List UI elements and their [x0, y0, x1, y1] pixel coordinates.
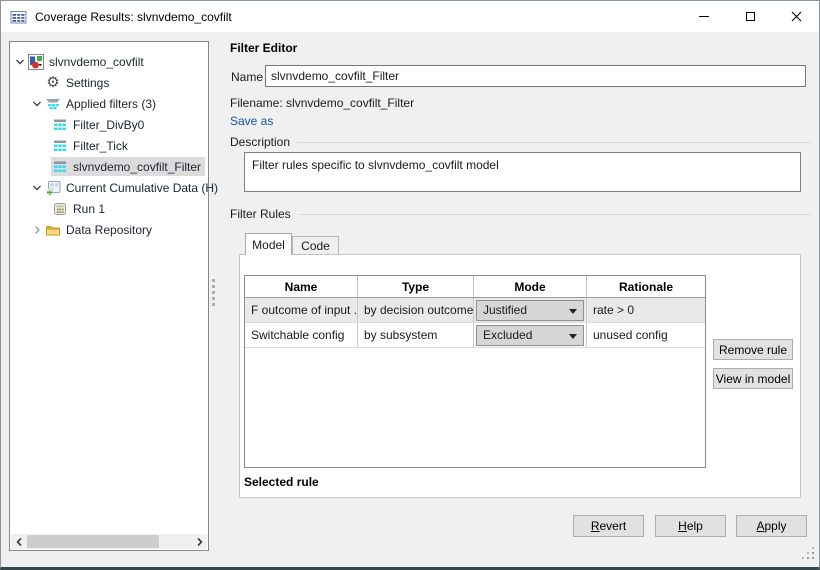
tab-code[interactable]: Code — [292, 236, 339, 254]
mode-dropdown[interactable]: Justified — [476, 299, 584, 321]
minimize-button[interactable] — [681, 1, 727, 32]
rule-rationale-cell[interactable]: unused config — [587, 323, 705, 347]
chevron-expanded-icon[interactable] — [29, 96, 44, 111]
tree-item-label: Settings — [66, 75, 110, 90]
applied-filters-icon — [45, 96, 61, 112]
model-icon — [28, 53, 44, 70]
col-header-name: Name — [245, 276, 358, 297]
description-textarea[interactable]: Filter rules specific to slvnvdemo_covfi… — [244, 152, 801, 192]
rule-name-cell[interactable]: Switchable config — [245, 323, 358, 347]
tree-item-label: Applied filters (3) — [66, 96, 157, 111]
divider — [297, 142, 811, 143]
filter-icon — [52, 117, 68, 133]
filter-rules-group-label: Filter Rules — [230, 207, 811, 221]
window-title: Coverage Results: slvnvdemo_covfilt — [35, 9, 232, 24]
filter-icon — [52, 159, 68, 175]
rule-name-cell[interactable]: F outcome of input ... — [245, 298, 358, 322]
table-header-row: Name Type Mode Rationale — [245, 276, 705, 298]
rule-type-cell[interactable]: by subsystem — [358, 323, 474, 347]
help-button[interactable]: Help — [655, 515, 726, 537]
gear-icon: ⚙ — [46, 74, 60, 91]
filename-text: Filename: slvnvdemo_covfilt_Filter — [230, 96, 415, 110]
rule-type-cell[interactable]: by decision outcome — [358, 298, 474, 322]
rule-mode-cell: Justified — [474, 298, 587, 322]
divider — [297, 214, 811, 215]
maximize-icon — [745, 12, 755, 21]
tree-horizontal-scrollbar[interactable] — [11, 534, 207, 549]
col-header-mode: Mode — [474, 276, 587, 297]
col-header-type: Type — [358, 276, 474, 297]
tab-model[interactable]: Model — [245, 233, 292, 255]
close-button[interactable] — [773, 1, 819, 32]
save-as-link[interactable]: Save as — [230, 114, 273, 128]
view-in-model-button[interactable]: View in model — [713, 368, 793, 389]
remove-rule-button[interactable]: Remove rule — [713, 339, 793, 360]
tree-item-model-root[interactable]: slvnvdemo_covfilt — [10, 51, 208, 72]
panel-splitter[interactable] — [212, 279, 215, 306]
tree-item-cumulative-data[interactable]: Current Cumulative Data (H) — [10, 177, 218, 198]
chevron-expanded-icon[interactable] — [12, 54, 27, 69]
filter-editor-heading: Filter Editor — [230, 41, 298, 55]
tree-item-label: Filter_Tick — [73, 138, 128, 153]
tree-item-label: Filter_DivBy0 — [73, 117, 145, 132]
tree-item-label: slvnvdemo_covfilt_Filter — [73, 159, 202, 174]
scrollbar-track[interactable] — [26, 534, 192, 549]
tree-item-data-repository[interactable]: Data Repository — [10, 219, 208, 240]
tree-item-filter-tick[interactable]: Filter_Tick — [10, 135, 208, 156]
folder-icon — [45, 222, 61, 238]
selected-rule-label: Selected rule — [244, 475, 319, 489]
col-header-rationale: Rationale — [618, 279, 673, 294]
filter-icon — [52, 138, 68, 154]
chevron-collapsed-icon[interactable] — [29, 222, 44, 237]
description-group-label: Description — [230, 135, 811, 149]
apply-button[interactable]: Apply — [736, 515, 807, 537]
tree-item-run-1[interactable]: Run 1 — [10, 198, 208, 219]
chevron-down-icon — [569, 308, 577, 314]
mode-dropdown[interactable]: Excluded — [476, 324, 584, 346]
close-icon — [791, 11, 801, 22]
tree-item-applied-filters[interactable]: Applied filters (3) — [10, 93, 208, 114]
scrollbar-thumb[interactable] — [27, 535, 159, 548]
tree-item-filter-divby0[interactable]: Filter_DivBy0 — [10, 114, 208, 135]
coverage-results-window: Coverage Results: slvnvdemo_covfilt slvn… — [0, 0, 820, 570]
rule-mode-cell: Excluded — [474, 323, 587, 347]
run-icon — [52, 201, 68, 217]
table-row[interactable]: Switchable config by subsystem Excluded … — [245, 323, 705, 348]
minimize-icon — [699, 16, 709, 17]
tree-item-label: slvnvdemo_covfilt — [49, 54, 144, 69]
tree-item-label: Current Cumulative Data (H) — [66, 180, 219, 195]
results-tree-panel: slvnvdemo_covfilt ⚙ Settings Applied fil… — [9, 41, 218, 551]
titlebar: Coverage Results: slvnvdemo_covfilt — [1, 1, 819, 32]
app-table-icon — [10, 9, 27, 25]
tree-item-label: Run 1 — [73, 201, 106, 216]
maximize-button[interactable] — [727, 1, 773, 32]
scroll-left-icon[interactable] — [11, 534, 26, 549]
tree-item-covfilt-filter[interactable]: slvnvdemo_covfilt_Filter — [10, 156, 208, 177]
revert-button[interactable]: Revert — [573, 515, 644, 537]
scroll-right-icon[interactable] — [192, 534, 207, 549]
tree-item-label: Data Repository — [66, 222, 153, 237]
rule-rationale-cell[interactable]: rate > 0 — [587, 298, 705, 322]
filter-name-input[interactable] — [265, 65, 806, 87]
filter-rules-table: Name Type Mode Rationale F outcome of in… — [244, 275, 706, 468]
cumulative-data-icon — [45, 180, 61, 196]
table-row[interactable]: F outcome of input ... by decision outco… — [245, 298, 705, 323]
name-label: Name — [231, 70, 264, 84]
tree-item-settings[interactable]: ⚙ Settings — [10, 72, 208, 93]
chevron-expanded-icon[interactable] — [29, 180, 44, 195]
chevron-down-icon — [569, 333, 577, 339]
resize-grip[interactable] — [802, 547, 815, 563]
